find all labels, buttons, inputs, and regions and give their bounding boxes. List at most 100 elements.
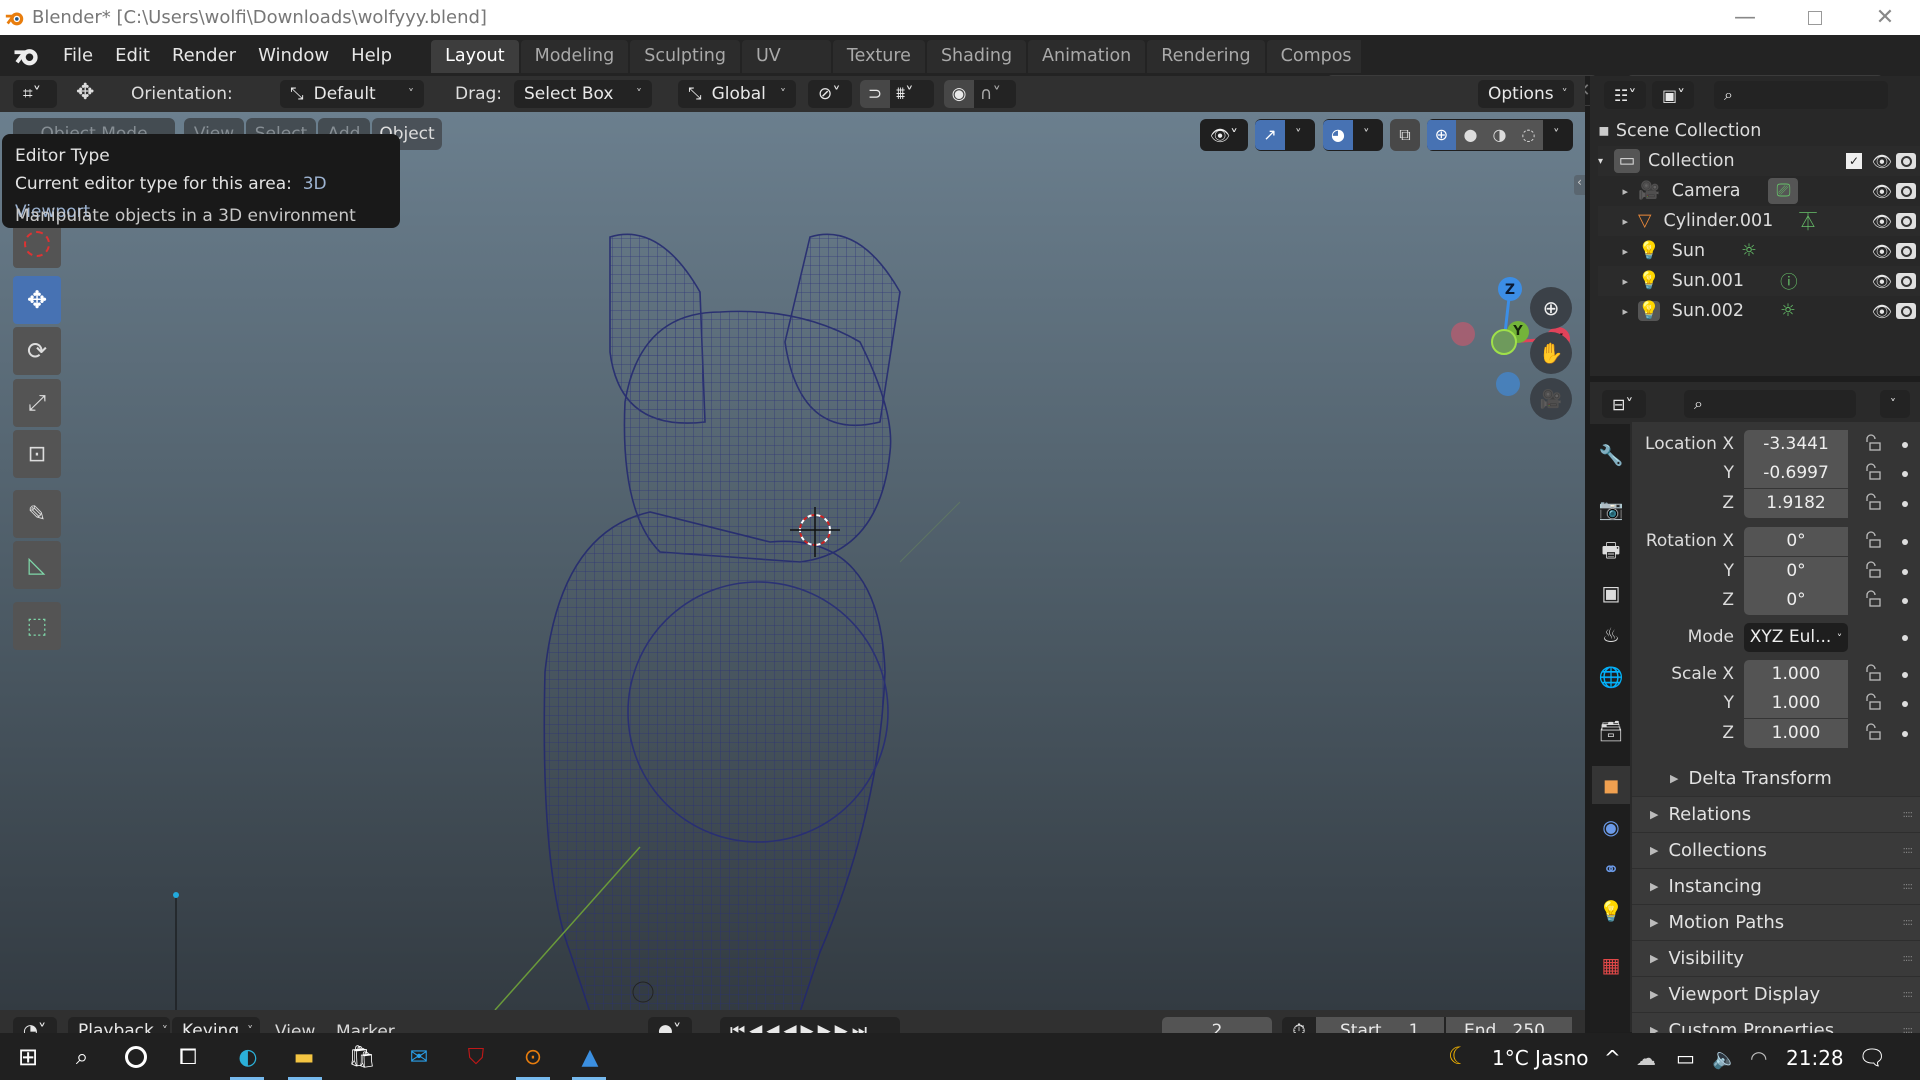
outliner-item-sun-002[interactable]: ▸ 💡 Sun.002 ☼ 👁 bbox=[1598, 296, 1920, 326]
panel-viewport-display[interactable]: ▶ Viewport Display:::: bbox=[1632, 977, 1920, 1013]
scale-z-field[interactable]: 1.000 bbox=[1744, 719, 1848, 748]
orientation-dropdown[interactable]: ⤡ Default ˅ bbox=[280, 80, 424, 108]
lock-icon[interactable] bbox=[1864, 723, 1882, 741]
outliner-item-cylinder[interactable]: ▸ ▽ Cylinder.001 ⏄ 👁 bbox=[1598, 206, 1920, 236]
lock-icon[interactable] bbox=[1864, 434, 1882, 452]
tab-sculpting[interactable]: Sculpting bbox=[630, 40, 740, 73]
lock-icon[interactable] bbox=[1864, 664, 1882, 682]
lock-icon[interactable] bbox=[1864, 590, 1882, 608]
expand-arrow-icon[interactable]: ▸ bbox=[1598, 305, 1628, 318]
drag-handle-icon[interactable]: :::: bbox=[1903, 989, 1914, 1000]
snap-toggle-icon[interactable]: ⊃ bbox=[860, 80, 890, 108]
drag-handle-icon[interactable]: :::: bbox=[1903, 881, 1914, 892]
tab-texture-paint[interactable]: Texture Paint bbox=[832, 40, 925, 73]
weather-text[interactable]: 1°C Jasno bbox=[1492, 1046, 1589, 1070]
expand-arrow-icon[interactable]: ▸ bbox=[1598, 275, 1628, 288]
rotation-y-field[interactable]: 0° bbox=[1744, 557, 1848, 586]
task-view-button[interactable]: ⧠ bbox=[172, 1041, 204, 1073]
eye-icon[interactable]: 👁 bbox=[1872, 272, 1892, 291]
location-x-field[interactable]: -3.3441 bbox=[1744, 430, 1848, 459]
tab-modeling[interactable]: Modeling bbox=[520, 40, 629, 73]
keyframe-dot[interactable] bbox=[1902, 569, 1908, 575]
drag-handle-icon[interactable]: :::: bbox=[1903, 809, 1914, 820]
show-hidden-icons-chevron[interactable]: ^ bbox=[1604, 1046, 1621, 1070]
mcafee-button[interactable]: ⛉ bbox=[460, 1041, 492, 1073]
rotation-z-field[interactable]: 0° bbox=[1744, 586, 1848, 615]
properties-options[interactable]: ˅ bbox=[1880, 390, 1910, 418]
gizmo-neg-x[interactable] bbox=[1451, 322, 1475, 346]
menu-help[interactable]: Help bbox=[340, 45, 403, 66]
outliner-filter[interactable]: ▣˅ bbox=[1652, 81, 1694, 109]
pivot-point-dropdown[interactable]: ⊘˅ bbox=[808, 80, 852, 108]
outliner-collection[interactable]: ▾ ▭ Collection ✓ 👁 bbox=[1598, 146, 1920, 176]
eye-icon[interactable]: 👁 bbox=[1872, 302, 1892, 321]
options-dropdown[interactable]: Options ˅ bbox=[1478, 80, 1574, 108]
menu-edit[interactable]: Edit bbox=[104, 45, 161, 66]
drag-handle-icon[interactable]: :::: bbox=[1903, 845, 1914, 856]
scale-y-field[interactable]: 1.000 bbox=[1744, 689, 1848, 718]
outliner-item-camera[interactable]: ▸ 🎥 Camera ⎚ 👁 bbox=[1598, 176, 1920, 206]
wifi-icon[interactable]: ◠ bbox=[1750, 1046, 1767, 1070]
search-button[interactable]: ⌕ bbox=[66, 1041, 98, 1073]
tab-animation[interactable]: Animation bbox=[1028, 40, 1146, 73]
keyframe-dot[interactable] bbox=[1902, 598, 1908, 604]
render-camera-icon[interactable] bbox=[1896, 153, 1916, 169]
lock-icon[interactable] bbox=[1864, 561, 1882, 579]
3d-viewport[interactable]: Object Mode View Select Add Object 👁˅ ↗˅… bbox=[0, 112, 1585, 1010]
tab-view-layer[interactable]: ▣ bbox=[1592, 574, 1630, 612]
lock-icon[interactable] bbox=[1864, 463, 1882, 481]
proportional-edit-icon[interactable]: ◉ bbox=[944, 80, 974, 108]
menu-render[interactable]: Render bbox=[161, 45, 247, 66]
minimize-button[interactable]: — bbox=[1715, 0, 1775, 35]
tab-compositing[interactable]: Compos bbox=[1266, 40, 1362, 73]
eye-icon[interactable]: 👁 bbox=[1872, 152, 1892, 171]
outliner-display-mode[interactable]: ☷˅ bbox=[1604, 81, 1646, 109]
restore-button[interactable] bbox=[1785, 0, 1845, 35]
store-button[interactable]: 🛍 bbox=[346, 1041, 378, 1073]
volume-icon[interactable]: 🔈 bbox=[1712, 1046, 1737, 1070]
tab-collection[interactable]: 🗃 bbox=[1592, 712, 1630, 750]
properties-editor-type[interactable]: ⊟˅ bbox=[1602, 390, 1646, 418]
drag-handle-icon[interactable]: :::: bbox=[1903, 917, 1914, 928]
keyframe-dot[interactable] bbox=[1902, 672, 1908, 678]
render-camera-icon[interactable] bbox=[1896, 243, 1916, 259]
keyframe-dot[interactable] bbox=[1902, 539, 1908, 545]
keyframe-dot[interactable] bbox=[1902, 501, 1908, 507]
lock-icon[interactable] bbox=[1864, 493, 1882, 511]
close-button[interactable]: ✕ bbox=[1855, 0, 1915, 35]
blender-taskbar-button[interactable]: ⊙ bbox=[517, 1041, 549, 1073]
lock-icon[interactable] bbox=[1864, 693, 1882, 711]
panel-delta-transform[interactable]: ▶ Delta Transform bbox=[1632, 761, 1920, 797]
tab-scene[interactable]: ♨ bbox=[1592, 616, 1630, 654]
cortana-button[interactable] bbox=[120, 1041, 152, 1073]
tab-object-data[interactable]: 💡 bbox=[1592, 892, 1630, 930]
render-camera-icon[interactable] bbox=[1896, 183, 1916, 199]
drag-handle-icon[interactable]: :::: bbox=[1903, 953, 1914, 964]
tab-rendering[interactable]: Rendering bbox=[1147, 40, 1265, 73]
tab-texture[interactable]: ▦ bbox=[1592, 946, 1630, 984]
tab-constraints[interactable]: ⚭ bbox=[1592, 850, 1630, 888]
eye-icon[interactable]: 👁 bbox=[1872, 242, 1892, 261]
eye-icon[interactable]: 👁 bbox=[1872, 182, 1892, 201]
panel-instancing[interactable]: ▶ Instancing:::: bbox=[1632, 869, 1920, 905]
tab-layout[interactable]: Layout bbox=[431, 40, 519, 73]
panel-custom-properties[interactable]: ▶ Custom Properties:::: bbox=[1632, 1013, 1920, 1034]
edge-button[interactable]: ◐ bbox=[232, 1041, 264, 1073]
tab-physics[interactable]: ◉ bbox=[1592, 808, 1630, 846]
expand-arrow-icon[interactable]: ▸ bbox=[1598, 215, 1628, 228]
mail-button[interactable]: ✉ bbox=[403, 1041, 435, 1073]
scale-x-field[interactable]: 1.000 bbox=[1744, 660, 1848, 689]
render-camera-icon[interactable] bbox=[1896, 213, 1916, 229]
render-camera-icon[interactable] bbox=[1896, 273, 1916, 289]
expand-arrow-icon[interactable]: ▸ bbox=[1598, 185, 1628, 198]
photos-button[interactable]: ▲ bbox=[574, 1041, 606, 1073]
location-z-field[interactable]: 1.9182 bbox=[1744, 489, 1848, 518]
camera-view-button[interactable]: 🎥 bbox=[1530, 378, 1572, 420]
expand-arrow-icon[interactable]: ▸ bbox=[1598, 245, 1628, 258]
lock-icon[interactable] bbox=[1864, 531, 1882, 549]
panel-motion-paths[interactable]: ▶ Motion Paths:::: bbox=[1632, 905, 1920, 941]
tab-output[interactable]: 🖶 bbox=[1592, 534, 1630, 572]
location-y-field[interactable]: -0.6997 bbox=[1744, 459, 1848, 488]
render-camera-icon[interactable] bbox=[1896, 303, 1916, 319]
outliner-item-sun-001[interactable]: ▸ 💡 Sun.001 ⓘ 👁 bbox=[1598, 266, 1920, 296]
